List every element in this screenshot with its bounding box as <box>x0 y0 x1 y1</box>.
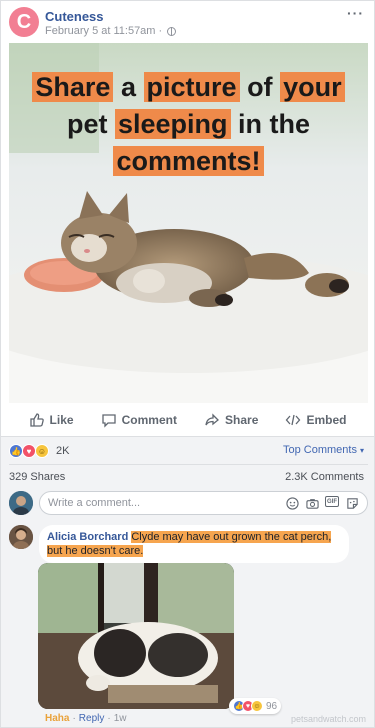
chevron-down-icon: ▾ <box>359 445 364 455</box>
cat-on-perch-photo <box>38 563 234 709</box>
action-separator: · <box>72 713 76 724</box>
user-avatar-image <box>9 491 33 515</box>
composer-icons: GIF <box>285 496 367 510</box>
share-arrow-icon <box>205 413 219 426</box>
headline-word: comments! <box>113 146 264 176</box>
comment-actions: Haha · Reply · 1w <box>45 713 127 724</box>
action-separator: · <box>107 713 111 724</box>
engagement-counts: 329 Shares 2.3K Comments <box>9 471 364 485</box>
reaction-count: 2K <box>56 445 70 457</box>
page-name-link[interactable]: Cuteness <box>45 9 104 24</box>
speech-bubble-icon <box>101 414 116 428</box>
comment-time[interactable]: 1w <box>114 713 127 724</box>
comment-input[interactable] <box>48 497 285 509</box>
headline-word: your <box>280 72 345 102</box>
top-comments-label: Top Comments <box>283 444 357 456</box>
headline-word: picture <box>143 72 240 102</box>
reply-link[interactable]: Reply <box>79 713 105 724</box>
headline-word: in <box>238 109 263 139</box>
headline-word: of <box>247 72 273 102</box>
commenter-avatar[interactable] <box>9 525 33 549</box>
top-comments-dropdown[interactable]: Top Comments ▾ <box>283 444 364 456</box>
commenter-name[interactable]: Alicia Borchard <box>47 531 128 543</box>
post-image[interactable]: Share a picture of your pet sleeping in … <box>9 43 368 403</box>
comment-label: Comment <box>121 413 177 427</box>
camera-icon[interactable] <box>305 496 319 510</box>
haha-reaction-icon: ☺ <box>251 700 263 712</box>
share-label: Share <box>225 413 259 427</box>
comment-button[interactable]: Comment <box>101 412 177 428</box>
embed-label: Embed <box>306 413 347 427</box>
like-button[interactable]: Like <box>29 412 74 428</box>
shares-count[interactable]: 329 Shares <box>9 471 65 485</box>
comment-photo[interactable] <box>38 563 234 709</box>
gif-icon[interactable]: GIF <box>325 496 339 507</box>
emoji-icon[interactable] <box>285 496 299 510</box>
post-card: C Cuteness February 5 at 11:57am · ··· S… <box>0 0 375 728</box>
thumbs-up-icon <box>29 413 44 427</box>
share-button[interactable]: Share <box>204 412 258 428</box>
post-action-bar: Like Comment Share Embed <box>1 405 374 435</box>
headline-word: a <box>120 72 136 102</box>
more-dots-icon[interactable]: ··· <box>347 5 364 21</box>
post-meta: February 5 at 11:57am · <box>45 25 177 37</box>
headline-word: pet <box>66 109 108 139</box>
reactions-summary[interactable]: 👍 ♥ ☺ 2K <box>9 442 69 460</box>
comment-composer: GIF <box>39 491 368 515</box>
commenter-avatar-image <box>9 525 33 549</box>
meta-separator: · <box>158 25 163 37</box>
sticker-icon[interactable] <box>345 496 359 510</box>
watermark: petsandwatch.com <box>290 714 366 724</box>
headline-word: Share <box>32 72 114 102</box>
code-brackets-icon <box>286 414 301 426</box>
haha-reaction-link[interactable]: Haha <box>45 713 69 724</box>
comment-reaction-count: 96 <box>266 700 278 712</box>
comments-count[interactable]: 2.3K Comments <box>285 471 364 485</box>
haha-reaction-icon: ☺ <box>35 444 49 458</box>
page-avatar[interactable]: C <box>9 7 39 37</box>
comment-bubble: Alicia Borchard Clyde may have out grown … <box>39 525 349 563</box>
comment-reactions[interactable]: 👍 ♥ ☺ 96 <box>229 698 282 714</box>
user-avatar <box>9 491 33 515</box>
headline-word: the <box>269 109 311 139</box>
post-header: C Cuteness February 5 at 11:57am · ··· <box>1 1 374 43</box>
image-headline: Share a picture of your pet sleeping in … <box>9 69 368 180</box>
headline-word: sleeping <box>114 109 231 139</box>
section-divider <box>9 464 368 465</box>
embed-button[interactable]: Embed <box>285 412 346 428</box>
like-reaction-icon: 👍 <box>9 444 23 458</box>
globe-icon <box>167 26 177 36</box>
avatar-letter: C <box>16 11 32 33</box>
love-reaction-icon: ♥ <box>22 444 36 458</box>
like-label: Like <box>49 413 74 427</box>
post-timestamp[interactable]: February 5 at 11:57am <box>45 25 155 37</box>
